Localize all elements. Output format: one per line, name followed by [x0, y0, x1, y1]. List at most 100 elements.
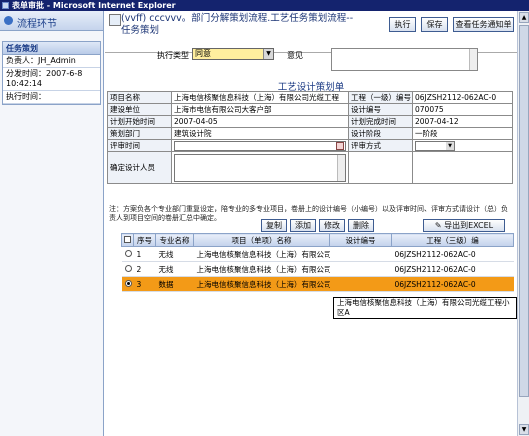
page-title: (vvff) cccvvv。部门分解策划流程.工艺任务策划流程--任务策划 — [121, 13, 354, 36]
plan-start-value: 2007-04-05 — [171, 115, 349, 128]
design-no-value: 070075 — [412, 103, 513, 116]
cell-code: 06JZSH2112-062AC-0 — [391, 276, 514, 292]
design-no-label: 设计编号 — [348, 103, 413, 116]
row-radio-selected[interactable] — [124, 279, 132, 287]
col-design-no: 设计编号 — [329, 233, 392, 247]
opinion-textarea[interactable] — [331, 48, 478, 71]
main-panel: (vvff) cccvvv。部门分解策划流程.工艺任务策划流程--任务策划 执行… — [105, 11, 517, 436]
vertical-scrollbar[interactable]: ▲ ▼ — [517, 11, 529, 436]
view-notice-button[interactable]: 查看任务通知单 — [453, 17, 514, 32]
window-title-bar: 表单审批 - Microsoft Internet Explorer — [0, 0, 529, 11]
task-dispatch: 分发时间：2007-6-8 10:42:14 — [3, 68, 100, 91]
exec-type-select[interactable]: 同意 ▼ — [192, 48, 274, 60]
col-code: 工程（三级）编 — [391, 233, 514, 247]
edit-button[interactable]: 修改 — [319, 219, 345, 232]
cell-major: 数据 — [155, 276, 194, 292]
form-row: 计划开始时间 2007-04-05 计划完成时间 2007-04-12 — [107, 115, 513, 128]
col-name: 项目（单项）名称 — [193, 233, 330, 247]
cell-design-no — [329, 261, 392, 277]
designer-scrollbar[interactable] — [337, 154, 345, 181]
scroll-down-icon[interactable]: ▼ — [519, 424, 529, 435]
delete-button[interactable]: 删除 — [348, 219, 374, 232]
project-name-label: 项目名称 — [107, 91, 172, 104]
plan-end-label: 计划完成时间 — [348, 115, 413, 128]
col-no: 序号 — [133, 233, 156, 247]
scroll-thumb[interactable] — [519, 25, 529, 397]
plan-start-label: 计划开始时间 — [107, 115, 172, 128]
exec-type-label: 执行类型 — [157, 51, 189, 60]
cell-no: 2 — [133, 261, 156, 277]
exec-type-value: 同意 — [195, 49, 211, 58]
chevron-down-icon[interactable]: ▼ — [263, 49, 273, 59]
table-row-selected[interactable]: 3 数据 上海电信核聚信息科技（上海）有限公司光缆工程 06JZSH2112-0… — [121, 276, 514, 292]
select-all-checkbox[interactable] — [124, 235, 131, 243]
review-method-label: 评审方式 — [348, 139, 413, 152]
cell-code: 06JZSH2112-062AC-0 — [391, 261, 514, 277]
row-radio[interactable] — [124, 264, 132, 272]
row-radio[interactable] — [124, 249, 132, 257]
copy-button[interactable]: 复制 — [261, 219, 287, 232]
builder-label: 建设单位 — [107, 103, 172, 116]
task-owner: 负责人：JH_Admin — [3, 55, 100, 68]
project-code-value: 06JZSH2112-062AC-0 — [412, 91, 513, 104]
review-time-label: 评审时间 — [107, 139, 172, 152]
exec-row: 执行类型 同意 ▼ 意见 — [105, 48, 517, 72]
chevron-down-icon[interactable]: ▼ — [446, 141, 454, 150]
save-button[interactable]: 保存 — [421, 17, 448, 32]
opinion-scrollbar[interactable] — [469, 49, 477, 70]
form-row: 评审时间 评审方式 ▼ — [107, 139, 513, 152]
plan-end-value: 2007-04-12 — [412, 115, 513, 128]
cell-major: 无线 — [155, 246, 194, 262]
sidebar-header: 流程环节 — [0, 11, 103, 31]
execute-button[interactable]: 执行 — [389, 17, 416, 32]
project-code-label: 工程（一级）编号 — [348, 91, 413, 104]
task-card-title[interactable]: 任务策划 — [3, 42, 100, 55]
sidebar: 流程环节 任务策划 负责人：JH_Admin 分发时间：2007-6-8 10:… — [0, 11, 104, 436]
export-icon: ✎ — [434, 221, 442, 230]
designer-textarea[interactable] — [174, 153, 346, 182]
review-time-input[interactable] — [174, 140, 346, 151]
page-header: (vvff) cccvvv。部门分解策划流程.工艺任务策划流程--任务策划 执行… — [105, 11, 517, 53]
window-title: 表单审批 - Microsoft Internet Explorer — [12, 1, 176, 10]
designer-label: 确定设计人员 — [107, 151, 172, 184]
calendar-icon[interactable] — [336, 141, 344, 150]
form-row: 项目名称 上海电信核聚信息科技（上海）有限公司光缆工程 工程（一级）编号 06J… — [107, 91, 513, 104]
table-row[interactable]: 2 无线 上海电信核聚信息科技（上海）有限公司光缆工程 06JZSH2112-0… — [121, 261, 514, 277]
form-row: 策划部门 建筑设计院 设计阶段 一阶段 — [107, 127, 513, 140]
cell-major: 无线 — [155, 261, 194, 277]
cell-design-no — [329, 246, 392, 262]
sidebar-title: 流程环节 — [17, 19, 57, 30]
form-row: 建设单位 上海市电信有限公司大客户部 设计编号 070075 — [107, 103, 513, 116]
task-dispatch-label: 分发时间：2007-6-8 — [6, 69, 83, 78]
task-card: 任务策划 负责人：JH_Admin 分发时间：2007-6-8 10:42:14… — [2, 41, 101, 105]
review-method-select[interactable]: ▼ — [415, 140, 455, 151]
design-grid: 序号 专业名称 项目（单项）名称 设计编号 工程（三级）编 1 无线 上海电信核… — [121, 233, 514, 292]
task-dispatch-time: 10:42:14 — [6, 79, 42, 88]
project-name-value: 上海电信核聚信息科技（上海）有限公司光缆工程 — [171, 91, 349, 104]
document-icon — [109, 14, 121, 26]
cell-name: 上海电信核聚信息科技（上海）有限公司光缆工程 — [193, 246, 330, 262]
design-phase-label: 设计阶段 — [348, 127, 413, 140]
cell-name: 上海电信核聚信息科技（上海）有限公司光缆工程 — [193, 276, 330, 292]
add-button[interactable]: 添加 — [290, 219, 316, 232]
cell-no: 3 — [133, 276, 156, 292]
cell-no: 1 — [133, 246, 156, 262]
scroll-up-icon[interactable]: ▲ — [519, 12, 529, 23]
col-major: 专业名称 — [155, 233, 194, 247]
action-toolbar: 复制 添加 修改 删除 ✎ 导出到EXCEL — [105, 219, 517, 233]
opinion-label: 意见 — [287, 51, 303, 60]
cell-code: 06JZSH2112-062AC-0 — [391, 246, 514, 262]
cell-design-no — [329, 276, 392, 292]
export-excel-label: 导出到EXCEL — [444, 221, 494, 230]
cell-name: 上海电信核聚信息科技（上海）有限公司光缆工程 — [193, 261, 330, 277]
plan-dept-value: 建筑设计院 — [171, 127, 349, 140]
flow-icon — [4, 16, 13, 25]
ie-app-icon — [2, 2, 9, 9]
form-row: 确定设计人员 — [107, 151, 513, 184]
export-excel-button[interactable]: ✎ 导出到EXCEL — [423, 219, 505, 232]
row-tooltip: 上海电信核聚信息科技（上海）有限公司光缆工程小区A — [333, 297, 517, 319]
task-exec-time: 执行时间： — [3, 91, 100, 104]
table-row[interactable]: 1 无线 上海电信核聚信息科技（上海）有限公司光缆工程 06JZSH2112-0… — [121, 246, 514, 262]
design-phase-value: 一阶段 — [412, 127, 513, 140]
grid-header: 序号 专业名称 项目（单项）名称 设计编号 工程（三级）编 — [121, 233, 514, 247]
